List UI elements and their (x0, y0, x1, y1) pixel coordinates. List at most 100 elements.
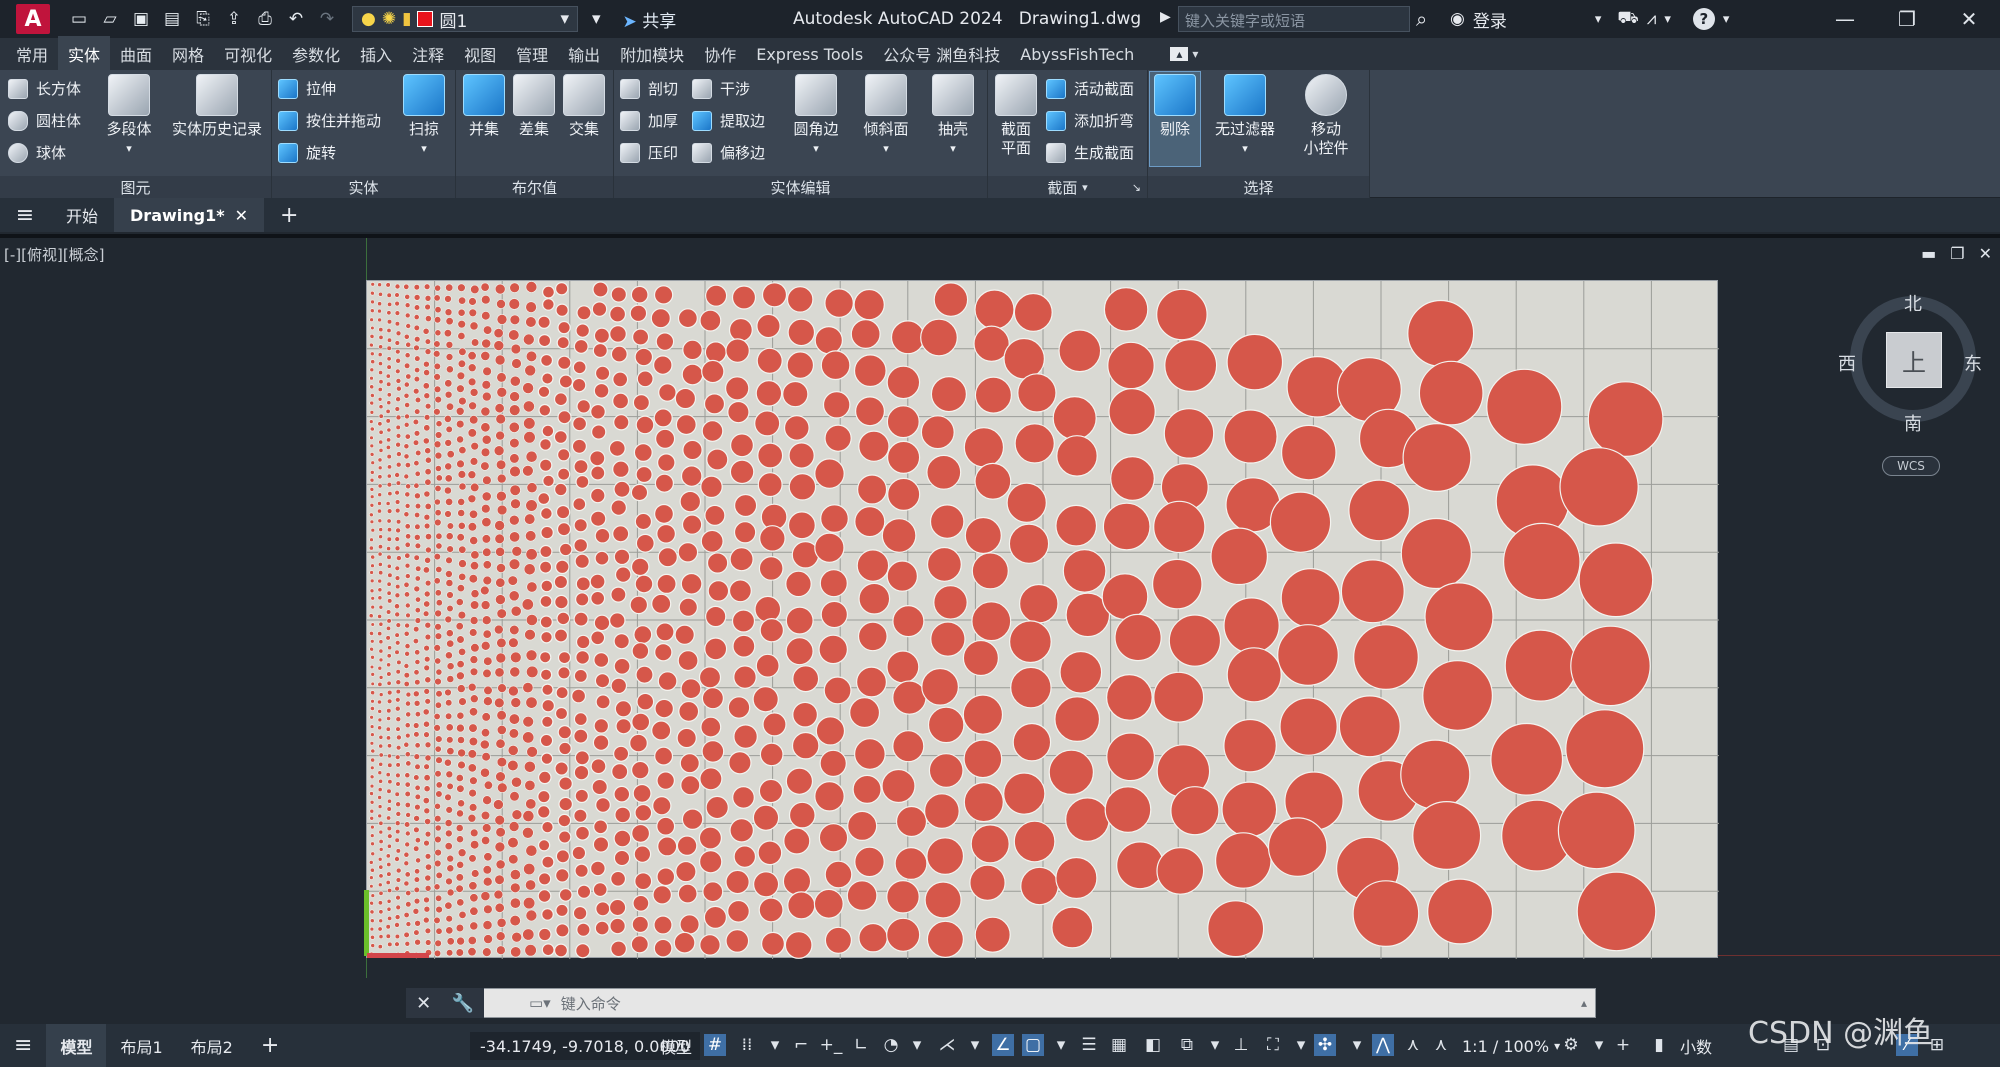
circle-solid[interactable] (456, 711, 465, 720)
circle-solid[interactable] (433, 316, 442, 324)
circle-solid[interactable] (386, 788, 392, 794)
circle-solid[interactable] (483, 852, 493, 862)
circle-solid[interactable] (703, 393, 726, 415)
circle-solid[interactable] (378, 890, 384, 896)
circle-solid[interactable] (1020, 866, 1059, 906)
circle-solid[interactable] (971, 552, 1009, 590)
circle-solid[interactable] (423, 839, 430, 847)
circle-solid[interactable] (414, 396, 422, 404)
circle-solid[interactable] (612, 392, 630, 410)
circle-solid[interactable] (423, 905, 431, 913)
circle-solid[interactable] (757, 472, 783, 498)
circle-solid[interactable] (434, 835, 442, 844)
circle-solid[interactable] (730, 433, 755, 458)
circle-solid[interactable] (394, 472, 400, 478)
circle-solid[interactable] (1062, 549, 1107, 593)
panel-title[interactable]: 截面 ▾ ↘ (988, 176, 1147, 198)
circle-solid[interactable] (539, 668, 553, 681)
circle-solid[interactable] (425, 546, 432, 554)
circle-solid[interactable] (853, 288, 885, 321)
circle-solid[interactable] (446, 662, 455, 671)
circle-solid[interactable] (423, 807, 431, 815)
revolve-button[interactable]: 旋转 (278, 142, 336, 163)
circle-solid[interactable] (435, 905, 443, 914)
no-filter-button[interactable]: 无过滤器 ▾ (1210, 74, 1280, 158)
circle-solid[interactable] (424, 556, 431, 564)
circle-solid[interactable] (405, 373, 412, 380)
circle-solid[interactable] (1221, 781, 1278, 838)
circle-solid[interactable] (509, 514, 520, 526)
circle-solid[interactable] (405, 921, 412, 927)
circle-solid[interactable] (434, 701, 442, 709)
circle-solid[interactable] (680, 572, 703, 595)
circle-solid[interactable] (507, 836, 519, 849)
circle-solid[interactable] (424, 741, 432, 749)
circle-solid[interactable] (926, 837, 965, 875)
circle-solid[interactable] (509, 282, 520, 293)
circle-solid[interactable] (652, 355, 673, 375)
circle-solid[interactable] (405, 612, 411, 619)
restore-icon[interactable]: ❐ (1950, 244, 1964, 263)
circle-solid[interactable] (480, 585, 490, 596)
circle-solid[interactable] (494, 841, 506, 853)
circle-solid[interactable] (557, 320, 571, 335)
circle-solid[interactable] (414, 355, 421, 362)
circle-solid[interactable] (788, 473, 817, 501)
circle-solid[interactable] (494, 874, 505, 885)
compass-south[interactable]: 南 (1904, 410, 1922, 436)
circle-solid[interactable] (469, 840, 480, 850)
circle-solid[interactable] (445, 283, 454, 292)
circle-solid[interactable] (445, 570, 453, 578)
circle-solid[interactable] (575, 576, 591, 592)
circle-solid[interactable] (378, 761, 384, 767)
units-ruler-icon[interactable]: ▮ (1648, 1034, 1670, 1056)
circle-solid[interactable] (658, 383, 677, 402)
taper-faces-button[interactable]: 倾斜面 ▾ (854, 74, 918, 158)
circle-solid[interactable] (458, 559, 467, 568)
circle-solid[interactable] (571, 438, 587, 454)
circle-solid[interactable] (608, 898, 627, 917)
circle-solid[interactable] (404, 830, 411, 837)
imprint-button[interactable]: 压印 (620, 142, 678, 163)
circle-solid[interactable] (395, 904, 401, 911)
circle-solid[interactable] (571, 377, 587, 393)
circle-solid[interactable] (611, 763, 629, 781)
circle-solid[interactable] (395, 726, 401, 732)
circle-solid[interactable] (434, 677, 442, 686)
circle-solid[interactable] (705, 284, 728, 307)
undo-icon[interactable]: ↶ (285, 9, 307, 29)
open-folder-icon[interactable]: ▱ (99, 9, 121, 29)
circle-solid[interactable] (1065, 797, 1110, 842)
circle-solid[interactable] (377, 900, 383, 906)
circle-solid[interactable] (632, 894, 650, 912)
circle-solid[interactable] (404, 352, 411, 359)
circle-solid[interactable] (456, 635, 465, 644)
circle-solid[interactable] (433, 408, 441, 416)
circle-solid[interactable] (444, 510, 452, 518)
tab-surface[interactable]: 曲面 (110, 36, 162, 72)
circle-solid[interactable] (592, 342, 608, 359)
circle-solid[interactable] (457, 848, 467, 858)
circle-solid[interactable] (613, 657, 631, 675)
circle-solid[interactable] (481, 752, 491, 762)
circle-solid[interactable] (467, 494, 477, 504)
circle-solid[interactable] (523, 333, 535, 346)
circle-solid[interactable] (395, 828, 401, 835)
circle-solid[interactable] (1003, 337, 1046, 380)
circle-solid[interactable] (424, 468, 432, 476)
circle-solid[interactable] (377, 613, 382, 619)
shell-button[interactable]: 抽壳 ▾ (924, 74, 982, 158)
circle-solid[interactable] (378, 882, 383, 888)
circle-solid[interactable] (592, 734, 610, 751)
circle-solid[interactable] (412, 387, 420, 395)
circle-solid[interactable] (494, 520, 505, 531)
circle-solid[interactable] (732, 634, 756, 658)
circle-solid[interactable] (456, 784, 465, 793)
circle-solid[interactable] (572, 905, 588, 921)
circle-solid[interactable] (1424, 582, 1494, 652)
circle-solid[interactable] (423, 522, 431, 530)
circle-solid[interactable] (782, 380, 809, 408)
circle-solid[interactable] (481, 311, 491, 321)
circle-solid[interactable] (414, 793, 421, 801)
circle-solid[interactable] (725, 929, 750, 953)
